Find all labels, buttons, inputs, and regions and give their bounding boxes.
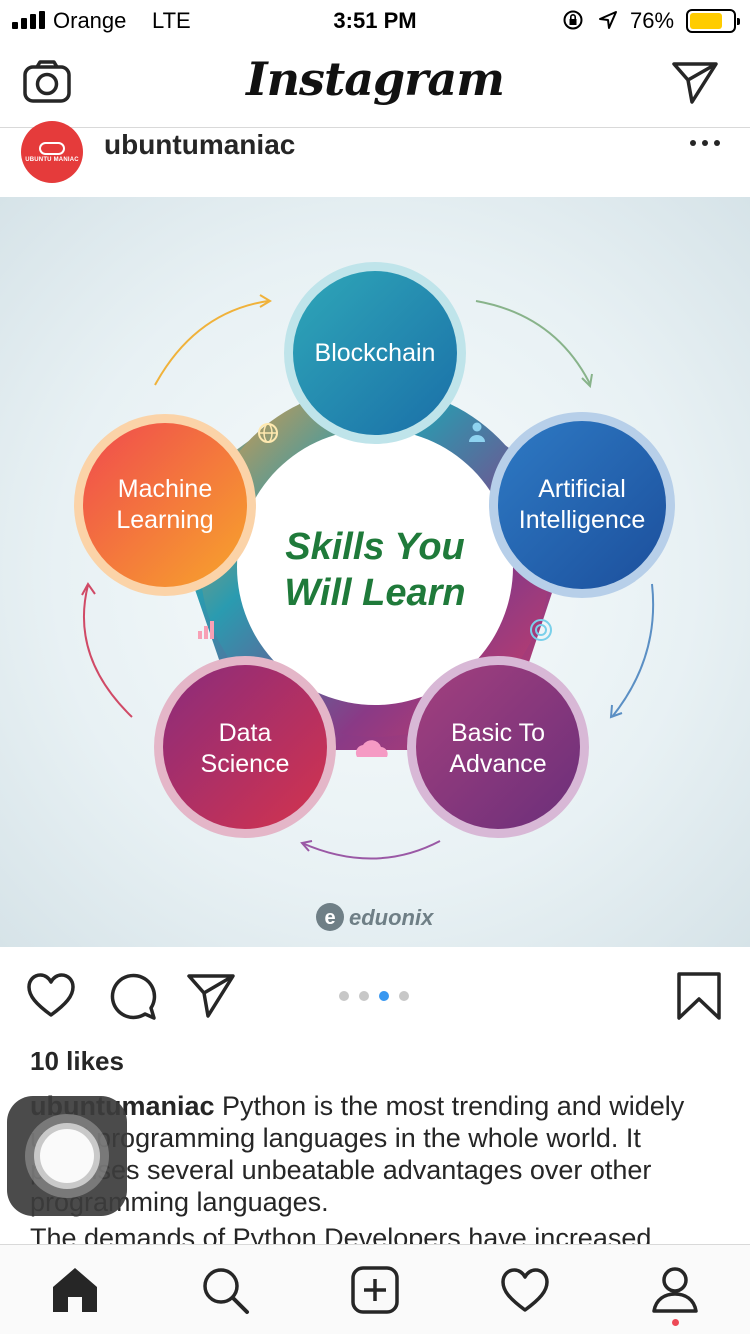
center-title-line1: Skills You <box>285 526 465 568</box>
node-artificial-intelligence: Artificial Intelligence <box>489 412 675 598</box>
bookmark-icon[interactable] <box>674 971 724 1021</box>
share-icon[interactable] <box>186 971 236 1021</box>
cloud-icon <box>39 141 65 155</box>
avatar-label: UBUNTU MANIAC <box>25 156 79 163</box>
direct-message-icon[interactable] <box>670 60 720 106</box>
node-machine-learning: Machine Learning <box>74 414 256 596</box>
node-basic-label-1: Basic To <box>451 719 545 747</box>
notification-dot <box>672 1319 679 1326</box>
brand-name: eduonix <box>349 905 434 930</box>
carousel-dot-active <box>379 991 389 1001</box>
node-data-label-2: Science <box>201 750 290 778</box>
location-icon <box>599 11 617 29</box>
instagram-logo[interactable]: Instagram <box>0 52 750 106</box>
node-blockchain-label: Blockchain <box>315 339 436 367</box>
node-basic-to-advance: Basic To Advance <box>407 656 589 838</box>
more-options-icon[interactable] <box>690 140 722 148</box>
center-title-line2: Will Learn <box>284 572 465 614</box>
bottom-tab-bar <box>0 1244 750 1334</box>
node-data-science: Data Science <box>154 656 336 838</box>
comment-icon[interactable] <box>108 971 158 1021</box>
search-icon[interactable] <box>200 1265 250 1315</box>
carousel-dot <box>339 991 349 1001</box>
node-ml-label-2: Learning <box>116 506 213 534</box>
assistive-touch-button[interactable] <box>7 1096 127 1216</box>
bar-chart-icon <box>198 621 214 639</box>
carousel-dot <box>399 991 409 1001</box>
orientation-lock-icon <box>563 10 583 30</box>
post-actions <box>0 947 750 1045</box>
post-username[interactable]: ubuntumaniac <box>104 129 295 161</box>
node-ai-label-2: Intelligence <box>519 506 645 534</box>
eduonix-logo: e eduonix <box>316 903 434 931</box>
node-ml-label-1: Machine <box>118 475 213 503</box>
carousel-indicator <box>337 990 417 1002</box>
post-image[interactable]: Skills You Will Learn Blockchain Artific… <box>0 197 750 947</box>
top-nav: Instagram <box>0 40 750 128</box>
battery-level <box>690 13 722 29</box>
profile-icon[interactable] <box>650 1265 700 1315</box>
post-caption: ubuntumaniac Python is the most trending… <box>30 1090 720 1218</box>
new-post-icon[interactable] <box>350 1265 400 1315</box>
avatar[interactable]: UBUNTU MANIAC <box>21 121 83 183</box>
skills-infographic: Skills You Will Learn Blockchain Artific… <box>74 262 675 931</box>
node-basic-label-2: Advance <box>449 750 546 778</box>
status-bar: Orange LTE 3:51 PM 76% <box>0 0 750 40</box>
home-icon[interactable] <box>50 1265 100 1315</box>
node-ai-label-1: Artificial <box>538 475 626 503</box>
node-blockchain: Blockchain <box>284 262 466 444</box>
like-heart-icon[interactable] <box>26 971 76 1021</box>
battery-percent: 76% <box>630 8 675 33</box>
likes-count[interactable]: 10 likes <box>30 1046 124 1077</box>
node-data-label-1: Data <box>219 719 272 747</box>
battery-icon <box>686 9 740 33</box>
svg-text:e: e <box>324 907 335 929</box>
caption-continued: The demands of Python Developers have in… <box>30 1223 652 1244</box>
activity-icon[interactable] <box>500 1265 550 1315</box>
post-header: UBUNTU MANIAC ubuntumaniac <box>0 121 750 197</box>
carousel-dot <box>359 991 369 1001</box>
